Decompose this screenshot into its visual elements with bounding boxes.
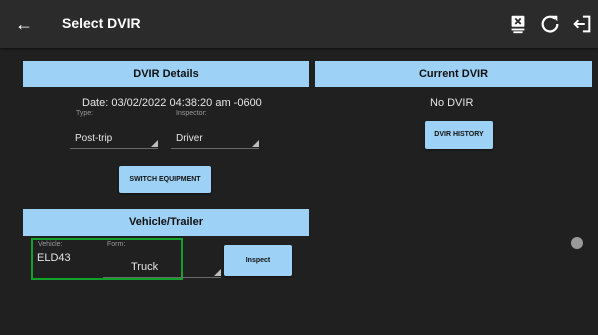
dropdown-triangle-icon xyxy=(252,140,259,147)
dvir-history-button[interactable]: DVIR HISTORY xyxy=(425,121,493,149)
inspector-label: Inspector: xyxy=(176,110,207,117)
form-dropdown[interactable]: Truck xyxy=(103,261,221,278)
inspector-dropdown[interactable]: Driver xyxy=(171,133,259,149)
vehicle-value: ELD43 xyxy=(37,252,71,264)
current-dvir-status: No DVIR xyxy=(430,97,474,109)
dvir-details-header: DVIR Details xyxy=(23,61,309,87)
type-dropdown[interactable]: Post-trip xyxy=(70,133,158,149)
type-label: Type: xyxy=(76,110,94,117)
dropdown-triangle-icon xyxy=(214,269,221,276)
inspector-value: Driver xyxy=(176,133,203,144)
scroll-indicator-dot xyxy=(571,237,583,249)
dvir-date: Date: 03/02/2022 04:38:20 am -0600 xyxy=(82,97,262,109)
type-value: Post-trip xyxy=(75,133,113,144)
form-label: Form: xyxy=(107,241,126,248)
back-arrow-icon[interactable]: ← xyxy=(12,12,36,36)
app-toolbar: ← Select DVIR xyxy=(0,0,598,48)
inspect-button[interactable]: Inspect xyxy=(224,245,292,276)
dropdown-triangle-icon xyxy=(151,140,158,147)
vehicle-label: Vehicle: xyxy=(38,241,63,248)
logout-icon[interactable] xyxy=(571,13,593,35)
clear-icon[interactable] xyxy=(507,13,529,35)
vehicle-trailer-header: Vehicle/Trailer xyxy=(23,209,309,236)
current-dvir-header: Current DVIR xyxy=(315,61,592,87)
refresh-icon[interactable] xyxy=(539,13,561,35)
switch-equipment-button[interactable]: SWITCH EQUIPMENT xyxy=(119,166,211,193)
form-value: Truck xyxy=(131,261,159,273)
page-title: Select DVIR xyxy=(62,15,141,31)
